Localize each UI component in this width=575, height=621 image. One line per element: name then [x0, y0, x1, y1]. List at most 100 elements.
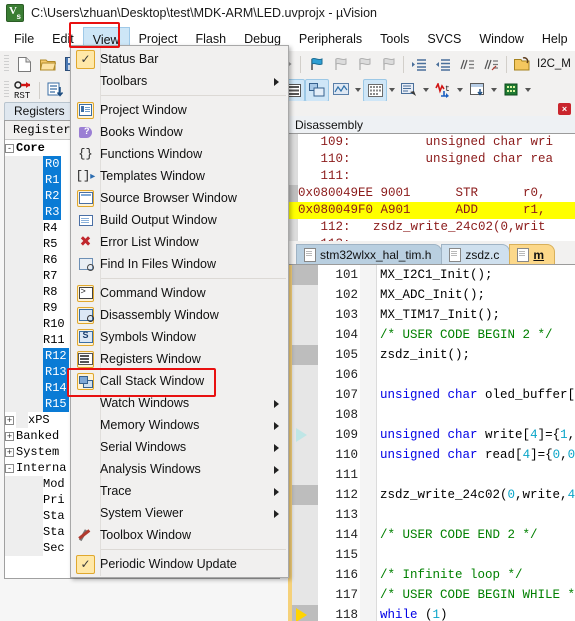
menu-item-source-browser-window[interactable]: Source Browser Window [71, 187, 288, 209]
uncomment-lines-button[interactable] [479, 53, 503, 76]
menu-item-system-viewer[interactable]: System Viewer [71, 502, 288, 524]
menu-item-project-window[interactable]: Project Window [71, 99, 288, 121]
menu-window[interactable]: Window [470, 27, 532, 51]
disassembly-line[interactable]: 113: [288, 236, 575, 241]
editor-line[interactable]: 109 unsigned char write[4]={1,2, [288, 425, 575, 445]
editor-line[interactable]: 111 [288, 465, 575, 485]
editor-tab[interactable]: stm32wlxx_hal_tim.h [296, 244, 443, 264]
tab-registers[interactable]: Registers [4, 102, 75, 120]
indent-left-button[interactable] [431, 53, 455, 76]
disassembly-body[interactable]: 109: unsigned char wri 110: unsigned cha… [288, 133, 575, 241]
menu-file[interactable]: File [5, 27, 43, 51]
system-viewer-button[interactable] [499, 79, 523, 102]
logic-dropdown-arrow-icon[interactable] [455, 80, 465, 101]
menu-item-serial-windows[interactable]: Serial Windows [71, 436, 288, 458]
editor-line[interactable]: 112 zsdz_write_24c02(0,write,4) [288, 485, 575, 505]
step-into-button[interactable] [43, 79, 67, 102]
tree-expander-expand[interactable]: + [5, 415, 14, 425]
menu-item-books-window[interactable]: Books Window [71, 121, 288, 143]
menu-item-periodic-window-update[interactable]: Periodic Window Update [71, 553, 288, 575]
performance-dropdown-arrow-icon[interactable] [489, 80, 499, 101]
menu-item-icon-slot [71, 414, 100, 436]
menu-svcs[interactable]: SVCS [418, 27, 470, 51]
logic-analyzer-button[interactable]: t [431, 79, 455, 102]
close-icon[interactable]: × [558, 102, 571, 115]
menu-item-call-stack-window[interactable]: Call Stack Window [71, 370, 288, 392]
memory-window-button[interactable] [363, 78, 387, 102]
serial-window-button[interactable] [397, 79, 421, 102]
editor-line[interactable]: 115 [288, 545, 575, 565]
trace-window-button[interactable] [329, 79, 353, 102]
editor-line[interactable]: 113 [288, 505, 575, 525]
menu-item-trace[interactable]: Trace [71, 480, 288, 502]
editor-line[interactable]: 114 /* USER CODE END 2 */ [288, 525, 575, 545]
serial-dropdown-arrow-icon[interactable] [421, 80, 431, 101]
previous-bookmark-button[interactable] [352, 53, 376, 76]
comment-lines-button[interactable] [455, 53, 479, 76]
disassembly-line[interactable]: 112: zsdz_write_24c02(0,writ [288, 219, 575, 236]
menu-item-command-window[interactable]: Command Window [71, 282, 288, 304]
target-selector-label[interactable]: I2C_M [534, 58, 571, 70]
menu-item-analysis-windows[interactable]: Analysis Windows [71, 458, 288, 480]
call-stack-window-button[interactable] [305, 78, 329, 102]
clear-bookmarks-button[interactable] [376, 53, 400, 76]
open-file-button[interactable] [36, 53, 60, 76]
menu-item-error-list-window[interactable]: ✖ Error List Window [71, 231, 288, 253]
menu-help[interactable]: Help [533, 27, 575, 51]
editor-line[interactable]: 101 MX_I2C1_Init(); [288, 265, 575, 285]
disassembly-line[interactable]: 109: unsigned char wri [288, 134, 575, 151]
menu-item-find-in-files-window[interactable]: Find In Files Window [71, 253, 288, 275]
configure-target-button[interactable] [510, 53, 534, 76]
tree-expander-expand[interactable]: + [5, 431, 14, 441]
tree-connector [5, 380, 43, 396]
menu-item-registers-window[interactable]: Registers Window [71, 348, 288, 370]
indent-right-button[interactable] [407, 53, 431, 76]
menu-tools[interactable]: Tools [371, 27, 418, 51]
menu-item-build-output-window[interactable]: Build Output Window [71, 209, 288, 231]
menu-item-symbols-window[interactable]: Symbols Window [71, 326, 288, 348]
editor-line[interactable]: 110 unsigned char read[4]={0,0, [288, 445, 575, 465]
tree-expander-collapse[interactable]: - [5, 463, 14, 473]
editor-line[interactable]: 103 MX_TIM17_Init(); [288, 305, 575, 325]
trace-dropdown-arrow-icon[interactable] [353, 80, 363, 101]
tree-expander-expand[interactable]: + [5, 447, 14, 457]
editor-line[interactable]: 104 /* USER CODE BEGIN 2 */ [288, 325, 575, 345]
editor-line[interactable]: 102 MX_ADC_Init(); [288, 285, 575, 305]
toolbar-grip[interactable] [4, 81, 9, 99]
system-viewer-dropdown-arrow-icon[interactable] [523, 80, 533, 101]
performance-analyzer-button[interactable] [465, 79, 489, 102]
insert-bookmark-button[interactable] [304, 53, 328, 76]
menu-item-templates-window[interactable]: [] ▸ Templates Window [71, 165, 288, 187]
menu-item-toolbox-window[interactable]: Toolbox Window [71, 524, 288, 546]
toolbar-grip[interactable] [4, 55, 9, 73]
menu-item-status-bar[interactable]: Status Bar [71, 48, 288, 70]
register-name: R1 [43, 172, 62, 188]
menu-item-memory-windows[interactable]: Memory Windows [71, 414, 288, 436]
menu-item-disassembly-window[interactable]: Disassembly Window [71, 304, 288, 326]
menu-item-label: Toolbox Window [100, 528, 192, 542]
next-bookmark-button[interactable] [328, 53, 352, 76]
editor-line[interactable]: 106 [288, 365, 575, 385]
editor-line[interactable]: 105 zsdz_init(); [288, 345, 575, 365]
editor-line[interactable]: 107 unsigned char oled_buffer[1 [288, 385, 575, 405]
disassembly-line[interactable]: 111: [288, 168, 575, 185]
menu-item-functions-window[interactable]: {} Functions Window [71, 143, 288, 165]
editor-tab[interactable]: m [509, 244, 556, 264]
menu-item-watch-windows[interactable]: Watch Windows [71, 392, 288, 414]
editor-line[interactable]: 116 /* Infinite loop */ [288, 565, 575, 585]
menu-peripherals[interactable]: Peripherals [290, 27, 371, 51]
disassembly-line[interactable]: 0x080049F0 A901 ADD r1, [288, 202, 575, 219]
memory-dropdown-arrow-icon[interactable] [387, 80, 397, 101]
disassembly-line[interactable]: 110: unsigned char rea [288, 151, 575, 168]
menu-item-toolbars[interactable]: Toolbars [71, 70, 288, 92]
reset-button[interactable]: RST [12, 79, 36, 102]
toolbar-separator [39, 81, 40, 99]
editor-line[interactable]: 108 [288, 405, 575, 425]
new-file-button[interactable] [12, 53, 36, 76]
editor-tab[interactable]: zsdz.c [441, 244, 511, 264]
editor-body[interactable]: 101 MX_I2C1_Init(); 102 MX_ADC_Init(); 103 MX… [288, 264, 575, 621]
editor-line[interactable]: 117 /* USER CODE BEGIN WHILE */ [288, 585, 575, 605]
tree-expander-collapse[interactable]: - [5, 143, 14, 153]
disassembly-line[interactable]: 0x080049EE 9001 STR r0, [288, 185, 575, 202]
editor-line[interactable]: 118 while (1) [288, 605, 575, 621]
